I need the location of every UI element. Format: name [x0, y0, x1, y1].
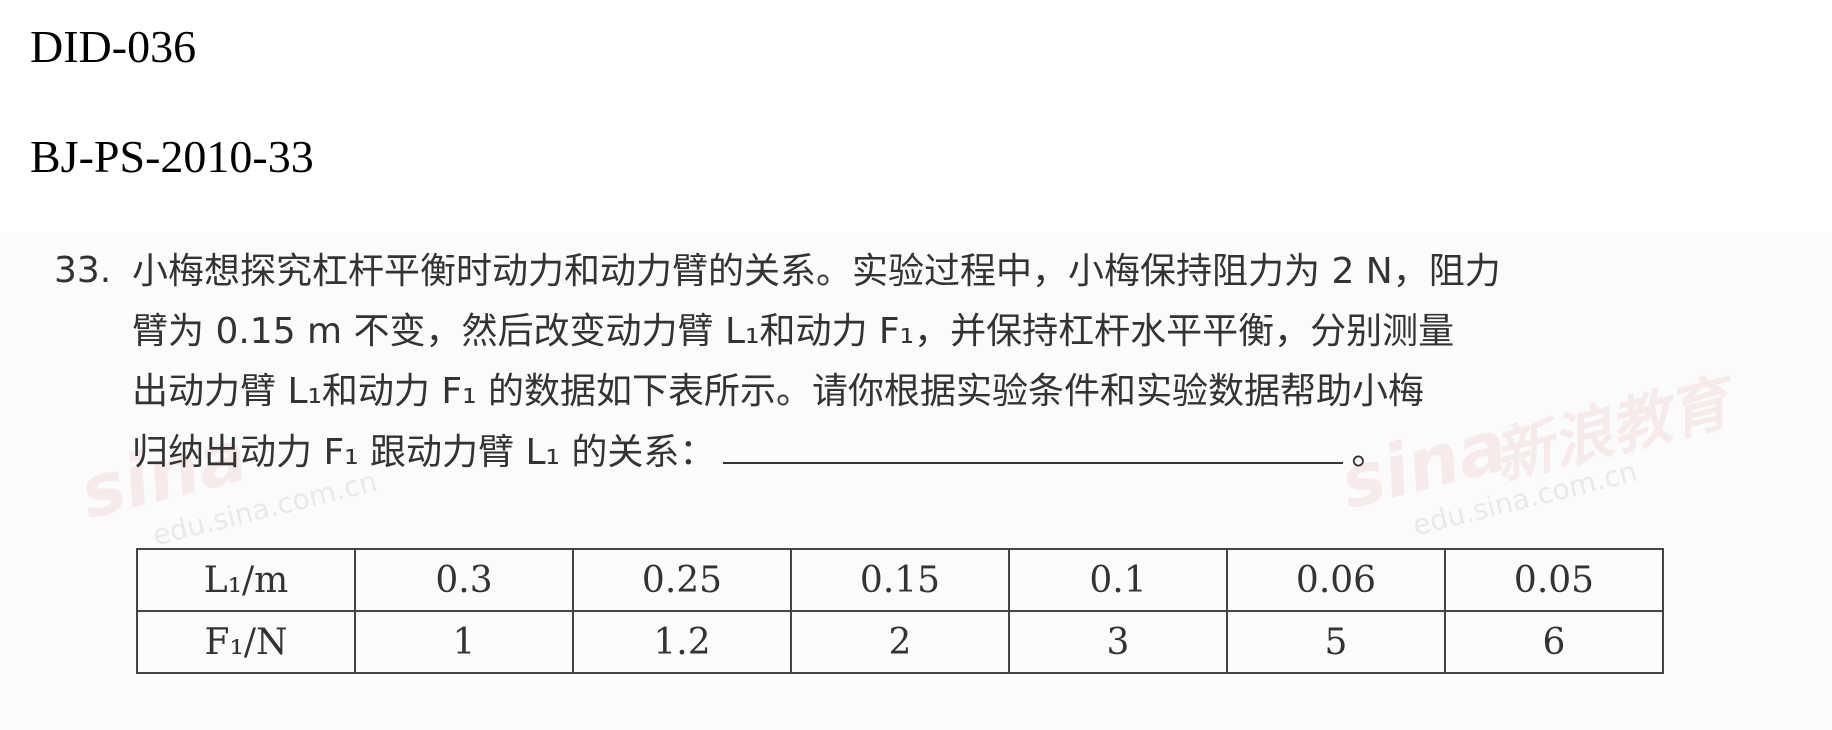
- question-line-1: 小梅想探究杠杆平衡时动力和动力臂的关系。实验过程中，小梅保持阻力为 2 N，阻力: [132, 251, 1501, 292]
- row-label-F1: F₁/N: [136, 610, 356, 674]
- table-row: L₁/m 0.3 0.25 0.15 0.1 0.06 0.05: [136, 548, 1664, 612]
- question-line-2: 臂为 0.15 m 不变，然后改变动力臂 L₁和动力 F₁，并保持杠杆水平平衡，…: [132, 311, 1455, 352]
- source-id: BJ-PS-2010-33: [30, 131, 314, 182]
- problem-image: sina edu.sina.com.cn sina 新浪教育 edu.sina.…: [0, 232, 1832, 730]
- table-cell: 0.15: [790, 548, 1010, 612]
- question-line-4-text: 归纳出动力 F₁ 跟动力臂 L₁ 的关系：: [132, 432, 716, 473]
- table-cell: 0.3: [354, 548, 574, 612]
- table-cell: 3: [1008, 610, 1228, 674]
- answer-blank[interactable]: [723, 422, 1344, 464]
- question-line-3: 出动力臂 L₁和动力 F₁ 的数据如下表所示。请你根据实验条件和实验数据帮助小梅: [132, 371, 1424, 412]
- question-text: 小梅想探究杠杆平衡时动力和动力臂的关系。实验过程中，小梅保持阻力为 2 N，阻力…: [132, 242, 1752, 483]
- table-cell: 0.1: [1008, 548, 1228, 612]
- question-number: 33.: [54, 250, 112, 291]
- table-row: F₁/N 1 1.2 2 3 5 6: [136, 610, 1664, 674]
- table-cell: 1.2: [572, 610, 792, 674]
- end-mark: 。: [1351, 432, 1388, 473]
- table-cell: 1: [354, 610, 574, 674]
- table-cell: 0.05: [1444, 548, 1664, 612]
- table-cell: 6: [1444, 610, 1664, 674]
- document-id: DID-036: [30, 21, 197, 72]
- table-cell: 2: [790, 610, 1010, 674]
- table-cell: 0.06: [1226, 548, 1446, 612]
- table-cell: 5: [1226, 610, 1446, 674]
- question-line-4: 归纳出动力 F₁ 跟动力臂 L₁ 的关系： 。: [132, 422, 1752, 483]
- table-cell: 0.25: [572, 548, 792, 612]
- data-table: L₁/m 0.3 0.25 0.15 0.1 0.06 0.05 F₁/N 1 …: [136, 548, 1664, 674]
- row-label-L1: L₁/m: [136, 548, 356, 612]
